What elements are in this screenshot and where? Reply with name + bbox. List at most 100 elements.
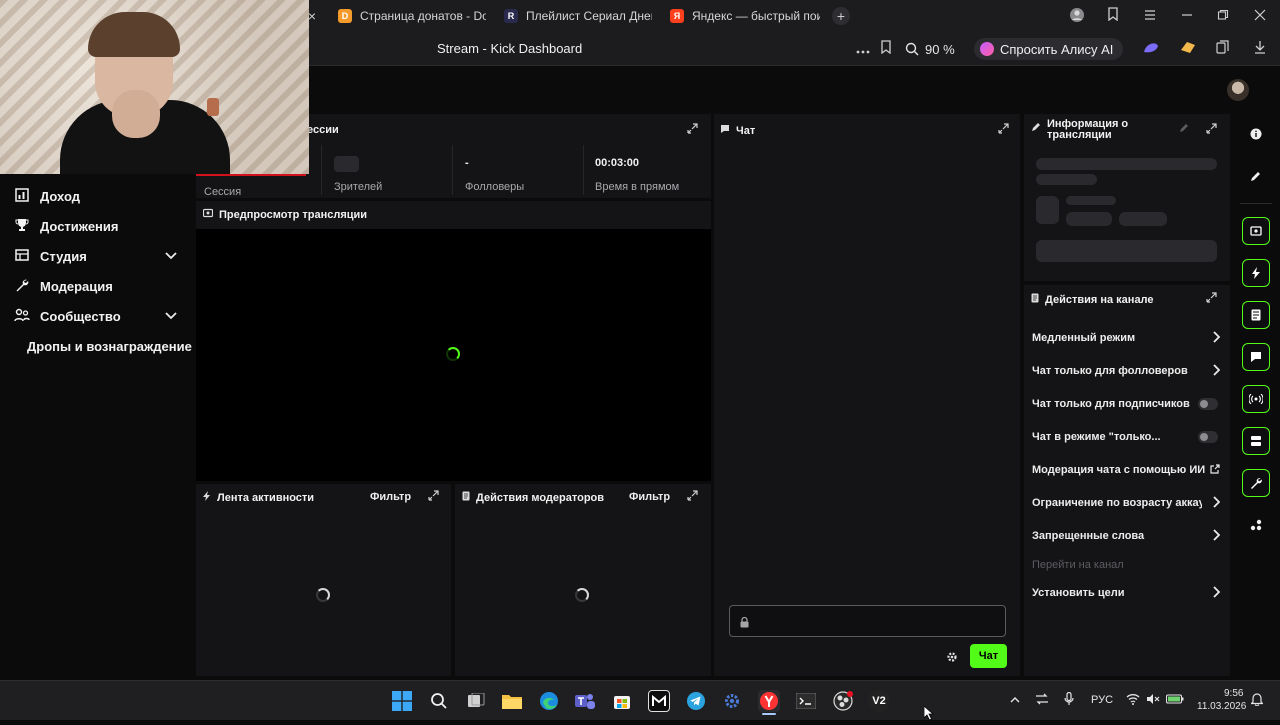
ask-alice-button[interactable]: Спросить Алису AI	[974, 38, 1124, 60]
session-label: Сессия	[204, 186, 242, 198]
new-tab-button[interactable]: +	[832, 7, 850, 25]
sidebar-item-income[interactable]: Доход	[14, 185, 80, 207]
teams-icon[interactable]	[574, 690, 596, 712]
language-indicator[interactable]: РУС	[1091, 694, 1113, 706]
tray-chevron-up-icon[interactable]	[1010, 694, 1020, 706]
clock-date[interactable]: 11.03.2026	[1197, 701, 1246, 712]
subscribers-only-toggle[interactable]	[1198, 398, 1218, 410]
gmail-icon[interactable]	[648, 690, 670, 712]
stream-preview-toggle-icon[interactable]	[1242, 217, 1270, 245]
activity-filter-button[interactable]: Фильтр	[370, 491, 411, 503]
add-widget-icon[interactable]	[1242, 511, 1270, 539]
menu-icon[interactable]	[1141, 7, 1159, 25]
chat-toggle-icon[interactable]	[1242, 343, 1270, 371]
popout-icon[interactable]	[685, 123, 699, 137]
chevron-down-icon[interactable]	[163, 309, 179, 325]
volume-muted-icon[interactable]	[1146, 693, 1160, 708]
store-icon[interactable]	[611, 690, 633, 712]
mod-actions-toggle-icon[interactable]	[1242, 301, 1270, 329]
wifi-icon[interactable]	[1126, 693, 1140, 708]
collections-icon[interactable]	[1214, 40, 1232, 58]
browser-tab-yandex[interactable]: Я Яндекс — быстрый поиск	[670, 4, 820, 28]
channel-actions-title-text: Действия на канале	[1045, 293, 1154, 306]
notification-bell-icon[interactable]	[1250, 692, 1264, 709]
avatar[interactable]	[1227, 79, 1249, 101]
settings-gear-icon[interactable]	[721, 690, 743, 712]
mod-actions-title: Действия модераторов	[462, 491, 604, 504]
action-set-goals[interactable]: Установить цели	[1032, 584, 1222, 602]
sidebar-item-label: Достижения	[40, 218, 119, 234]
chat-settings-icon[interactable]	[946, 650, 958, 662]
zoom-indicator[interactable]: 90 %	[905, 40, 955, 58]
action-mode-only[interactable]: Чат в режиме "только...	[1032, 428, 1222, 446]
battery-icon[interactable]	[1165, 693, 1184, 708]
chevron-right-icon	[1213, 529, 1221, 544]
browser-tab-playlist[interactable]: R Плейлист Сериал Дневни	[504, 4, 652, 28]
windows-start-icon[interactable]	[391, 690, 413, 712]
sidebar-item-label: Модерация	[40, 278, 113, 294]
activity-feed-toggle-icon[interactable]	[1242, 259, 1270, 287]
activity-feed-panel	[196, 484, 451, 676]
info-icon[interactable]	[1242, 120, 1270, 148]
edit-pencil-icon[interactable]	[1177, 123, 1191, 137]
yandex-browser-icon[interactable]	[758, 690, 780, 712]
restore-icon[interactable]	[1214, 7, 1232, 25]
page-title[interactable]: Stream - Kick Dashboard	[437, 41, 582, 56]
studio-icon	[14, 248, 30, 264]
terminal-icon[interactable]	[795, 690, 817, 712]
external-link-icon	[1210, 463, 1220, 477]
chat-title-text: Чат	[736, 124, 756, 137]
mod-actions-filter-button[interactable]: Фильтр	[629, 491, 670, 503]
network-arrows-icon[interactable]	[1035, 693, 1049, 708]
action-label: Установить цели	[1032, 587, 1125, 599]
action-subscribers-only[interactable]: Чат только для подписчиков	[1032, 395, 1222, 413]
task-view-icon[interactable]	[465, 690, 487, 712]
chat-send-button[interactable]: Чат	[970, 644, 1007, 668]
bookmark-page-icon[interactable]	[877, 40, 895, 58]
telegram-icon[interactable]	[685, 690, 707, 712]
search-icon[interactable]	[428, 690, 450, 712]
edge-icon[interactable]	[538, 690, 560, 712]
popout-icon[interactable]	[426, 490, 440, 504]
sidebar-item-moderation[interactable]: Модерация	[14, 275, 113, 297]
chat-input[interactable]	[729, 605, 1006, 637]
moderation-tools-toggle-icon[interactable]	[1242, 469, 1270, 497]
loading-spinner	[575, 588, 589, 602]
popout-icon[interactable]	[1204, 123, 1218, 137]
more-options-icon[interactable]	[854, 40, 872, 58]
clock-time[interactable]: 9:56	[1224, 688, 1243, 699]
chevron-down-icon[interactable]	[163, 249, 179, 265]
action-slow-mode[interactable]: Медленный режим	[1032, 329, 1222, 347]
profile-icon[interactable]	[1068, 7, 1086, 25]
extension-icon[interactable]	[1179, 40, 1197, 58]
sidebar-item-studio[interactable]: Студия	[14, 245, 87, 267]
assistant-icon[interactable]	[1142, 40, 1160, 58]
broadcast-toggle-icon[interactable]	[1242, 385, 1270, 413]
sidebar-item-achievements[interactable]: Достижения	[14, 215, 118, 237]
sidebar-item-community[interactable]: Сообщество	[14, 305, 121, 327]
download-icon[interactable]	[1251, 40, 1269, 58]
channel-actions-toggle-icon[interactable]	[1242, 427, 1270, 455]
obs-icon[interactable]	[832, 690, 854, 712]
action-account-age[interactable]: Ограничение по возрасту аккаунта	[1032, 494, 1222, 512]
mode-only-toggle[interactable]	[1198, 431, 1218, 443]
action-go-to-channel[interactable]: Перейти на канал	[1032, 556, 1222, 574]
popout-icon[interactable]	[996, 123, 1010, 137]
action-followers-only[interactable]: Чат только для фолловеров	[1032, 362, 1222, 380]
action-banned-words[interactable]: Запрещенные слова	[1032, 527, 1222, 545]
active-app-indicator	[762, 713, 776, 715]
minimize-icon[interactable]	[1178, 7, 1196, 25]
preview-title-text: Предпросмотр трансляции	[219, 208, 368, 221]
pencil-icon[interactable]	[1242, 162, 1270, 190]
bookmarks-icon[interactable]	[1104, 7, 1122, 25]
file-explorer-icon[interactable]	[501, 690, 523, 712]
popout-icon[interactable]	[685, 490, 699, 504]
microphone-icon[interactable]	[1064, 691, 1074, 709]
action-label: Чат только для подписчиков	[1032, 398, 1190, 410]
browser-tab-donations[interactable]: D Страница донатов - Dona	[338, 4, 486, 28]
v2-app-icon[interactable]: V2	[868, 690, 890, 712]
action-ai-moderation[interactable]: Модерация чата с помощью ИИ	[1032, 461, 1222, 479]
popout-icon[interactable]	[1204, 292, 1218, 306]
sidebar-item-drops[interactable]: Дропы и вознаграждение	[27, 335, 192, 357]
window-close-icon[interactable]	[1251, 7, 1269, 25]
